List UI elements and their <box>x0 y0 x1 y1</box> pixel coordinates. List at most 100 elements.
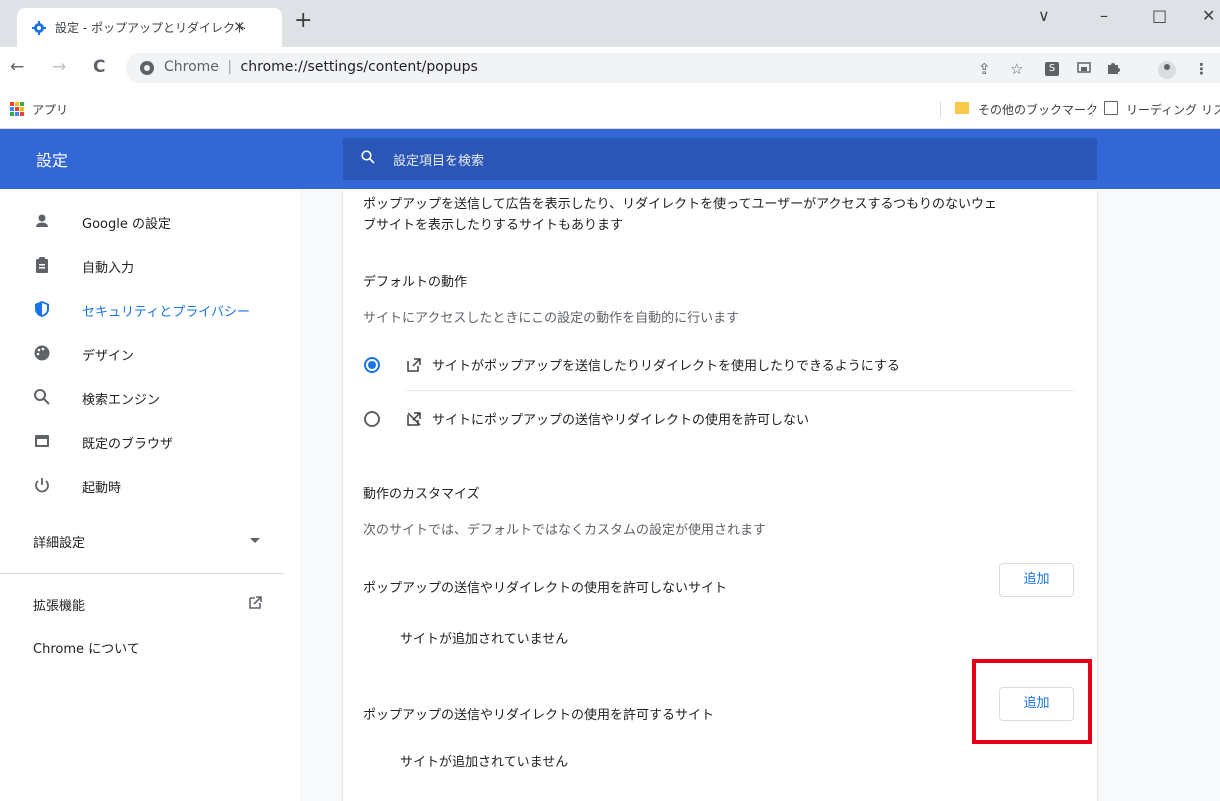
chevron-down-icon <box>250 538 260 543</box>
sidebar-item-label: 自動入力 <box>82 261 135 276</box>
allow-list-title: ポップアップの送信やリダイレクトの使用を許可するサイト <box>363 708 715 723</box>
tab-close-icon[interactable]: × <box>233 17 246 35</box>
new-tab-button[interactable]: + <box>294 10 312 32</box>
sidebar-item-default-browser[interactable]: 既定のブラウザ <box>0 420 300 464</box>
sidebar-item-startup[interactable]: 起動時 <box>0 464 300 508</box>
tab-search-icon[interactable]: ∨ <box>1038 6 1050 25</box>
apps-icon[interactable] <box>10 102 24 116</box>
settings-gear-icon <box>32 21 46 35</box>
sidebar-item-label: Google の設定 <box>82 217 171 232</box>
settings-search-input[interactable]: 設定項目を検索 <box>343 138 1097 180</box>
palette-icon <box>34 345 50 361</box>
default-behavior-description: サイトにアクセスしたときにこの設定の動作を自動的に行います <box>363 311 740 326</box>
extension-s-icon[interactable]: S <box>1045 62 1059 76</box>
address-separator: | <box>227 59 233 75</box>
block-list-empty: サイトが追加されていません <box>400 632 569 647</box>
reading-list[interactable]: リーディング リスト <box>1126 101 1220 118</box>
tab-title: 設定 - ポップアップとリダイレクト <box>55 21 247 35</box>
sidebar-item-search-engine[interactable]: 検索エンジン <box>0 376 300 420</box>
apps-bookmark[interactable]: アプリ <box>32 101 68 118</box>
power-icon <box>35 478 49 493</box>
profile-icon[interactable] <box>1158 61 1176 79</box>
allow-list-empty: サイトが追加されていません <box>400 755 569 770</box>
search-icon <box>34 389 50 405</box>
browser-icon <box>35 435 49 447</box>
apps-grid-dot <box>20 102 24 106</box>
apps-grid-dot <box>10 107 14 111</box>
share-icon[interactable]: ⇪ <box>978 60 991 78</box>
apps-grid-dot <box>15 112 19 116</box>
cast-icon[interactable] <box>1077 61 1091 75</box>
add-blocked-site-button[interactable]: 追加 <box>999 563 1074 597</box>
intro-text-line1: ポップアップを送信して広告を表示したり、リダイレクトを使ってユーザーがアクセスす… <box>363 197 998 212</box>
other-bookmarks[interactable]: その他のブックマーク <box>978 101 1098 118</box>
clipboard-icon <box>36 257 48 273</box>
apps-grid-dot <box>15 102 19 106</box>
person-icon <box>36 214 48 227</box>
sidebar-item-google[interactable]: Google の設定 <box>0 200 300 244</box>
about-label: Chrome について <box>33 642 140 657</box>
site-label: Chrome <box>164 59 219 75</box>
sidebar-divider <box>0 573 284 574</box>
chrome-icon <box>140 61 154 75</box>
back-icon[interactable]: ← <box>10 58 24 76</box>
apps-grid-dot <box>20 112 24 116</box>
sidebar-item-about[interactable]: Chrome について <box>0 626 300 670</box>
option-block-label: サイトにポップアップの送信やリダイレクトの使用を許可しない <box>432 413 810 428</box>
apps-grid-dot <box>10 102 14 106</box>
sidebar-item-autofill[interactable]: 自動入力 <box>0 244 300 288</box>
sidebar-item-advanced[interactable]: 詳細設定 <box>0 519 300 563</box>
tab-strip: 設定 - ポップアップとリダイレクト × + ∨ – □ ✕ <box>0 0 1220 47</box>
apps-grid-dot <box>10 112 14 116</box>
forward-icon[interactable]: → <box>52 58 66 76</box>
advanced-label: 詳細設定 <box>33 536 86 551</box>
browser-toolbar: ← → C Chrome | chrome://settings/content… <box>0 47 1220 89</box>
default-behavior-heading: デフォルトの動作 <box>363 275 468 290</box>
bookmark-separator-2 <box>1092 101 1093 117</box>
folder-icon <box>955 102 969 114</box>
bookmark-separator <box>940 101 941 117</box>
radio-block[interactable] <box>364 411 380 427</box>
extensions-label: 拡張機能 <box>33 599 86 614</box>
apps-grid-dot <box>20 107 24 111</box>
star-icon[interactable]: ☆ <box>1010 60 1023 78</box>
minimize-button[interactable]: – <box>1100 6 1108 25</box>
radio-allow[interactable] <box>364 357 380 373</box>
sidebar-item-label: デザイン <box>82 349 135 364</box>
sidebar-item-extensions[interactable]: 拡張機能 <box>0 582 300 626</box>
option-divider <box>405 390 1075 391</box>
open-external-icon <box>407 358 421 372</box>
menu-icon[interactable]: ⋮ <box>1194 60 1209 78</box>
block-list-title: ポップアップの送信やリダイレクトの使用を許可しないサイト <box>363 581 728 596</box>
reload-icon[interactable]: C <box>93 58 105 76</box>
intro-text-line2: ブサイトを表示したりするサイトもあります <box>363 218 624 233</box>
close-window-button[interactable]: ✕ <box>1202 6 1215 25</box>
settings-sidebar: Google の設定 自動入力 セキュリティとプライバシー デザイン 検索エンジ… <box>0 189 300 801</box>
puzzle-icon[interactable] <box>1106 61 1120 75</box>
option-allow-label: サイトがポップアップを送信したりリダイレクトを使用したりできるようにする <box>432 359 900 374</box>
address-text: Chrome | chrome://settings/content/popup… <box>164 59 478 75</box>
bookmarks-bar: アプリ その他のブックマーク リーディング リスト <box>0 89 1220 129</box>
sidebar-item-security[interactable]: セキュリティとプライバシー <box>0 288 300 332</box>
reading-list-icon <box>1104 101 1118 115</box>
active-tab[interactable]: 設定 - ポップアップとリダイレクト × <box>17 8 282 47</box>
sidebar-item-design[interactable]: デザイン <box>0 332 300 376</box>
sidebar-item-label: 検索エンジン <box>82 393 161 408</box>
open-in-new-icon <box>249 596 262 609</box>
maximize-button[interactable]: □ <box>1152 6 1167 25</box>
settings-header: 設定 設定項目を検索 <box>0 129 1220 189</box>
address-bar[interactable]: Chrome | chrome://settings/content/popup… <box>126 53 1220 83</box>
shield-icon <box>35 301 49 317</box>
page-title: 設定 <box>36 151 69 170</box>
sidebar-item-label: セキュリティとプライバシー <box>82 305 250 320</box>
sidebar-item-label: 既定のブラウザ <box>82 437 174 452</box>
address-url: chrome://settings/content/popups <box>240 59 478 75</box>
custom-behavior-heading: 動作のカスタマイズ <box>363 487 480 502</box>
search-icon <box>361 150 375 164</box>
blocked-popup-icon <box>407 412 421 426</box>
search-placeholder: 設定項目を検索 <box>393 154 485 169</box>
apps-grid-dot <box>15 107 19 111</box>
sidebar-item-label: 起動時 <box>82 481 122 496</box>
highlight-box <box>972 659 1092 744</box>
custom-behavior-description: 次のサイトでは、デフォルトではなくカスタムの設定が使用されます <box>363 523 767 538</box>
